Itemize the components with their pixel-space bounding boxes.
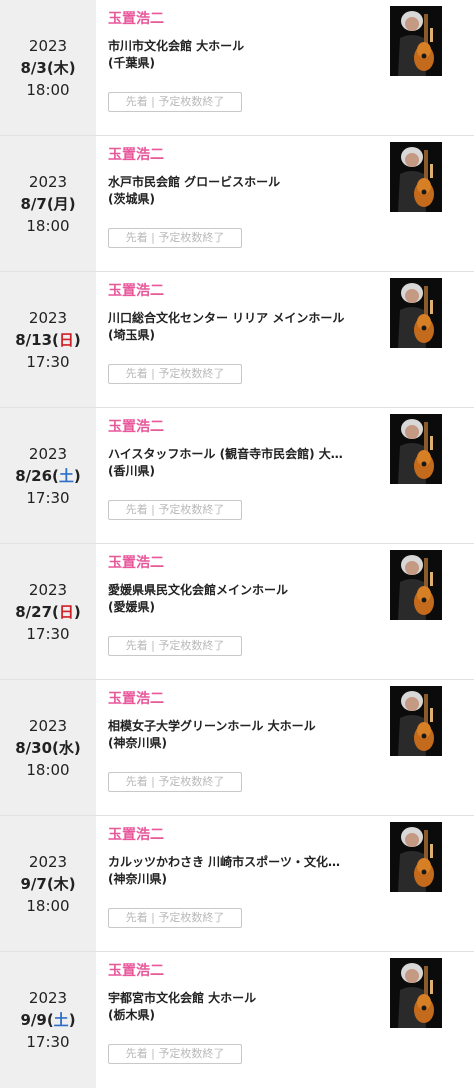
event-time: 17:30 [26,624,70,643]
venue-name: 宇都宮市文化会館 大ホール [108,991,257,1005]
date-column: 2023 8/3(木) 18:00 [0,0,96,135]
artist-guitar-icon [390,958,442,1028]
event-row[interactable]: 2023 8/3(木) 18:00 玉置浩二 市川市文化会館 大ホール (千葉県… [0,0,474,136]
date-column: 2023 8/26(土) 17:30 [0,408,96,543]
info-column: 玉置浩二 愛媛県県民文化会館メインホール (愛媛県) 先着 | 予定枚数終了 [96,544,474,679]
info-column: 玉置浩二 ハイスタッフホール (観音寺市民会館) 大… (香川県) 先着 | 予… [96,408,474,543]
event-year: 2023 [28,852,68,871]
artist-photo-thumbnail[interactable] [390,278,442,348]
ticket-status-badge: 先着 | 予定枚数終了 [108,636,242,656]
artist-guitar-icon [390,6,442,76]
event-date: 8/13(日) [15,330,81,349]
venue-name: カルッツかわさき 川崎市スポーツ・文化… [108,855,340,869]
event-time: 18:00 [26,760,70,779]
event-month-day: 8/30 [15,738,53,757]
event-date: 9/7(木) [20,874,76,893]
event-time: 17:30 [26,352,70,371]
event-month-day: 9/7 [20,874,47,893]
venue-name: 相模女子大学グリーンホール 大ホール [108,719,316,733]
event-day-of-week: 木 [53,874,69,893]
event-date: 8/3(木) [20,58,76,77]
event-year: 2023 [28,989,68,1007]
venue-name: ハイスタッフホール (観音寺市民会館) 大… [108,447,343,461]
artist-guitar-icon [390,550,442,620]
info-column: 玉置浩二 水戸市民会館 グロービスホール (茨城県) 先着 | 予定枚数終了 [96,136,474,271]
artist-photo-thumbnail[interactable] [390,822,442,892]
ticket-status-badge: 先着 | 予定枚数終了 [108,364,242,384]
info-column: 玉置浩二 宇都宮市文化会館 大ホール (栃木県) 先着 | 予定枚数終了 [96,952,474,1088]
event-year: 2023 [28,172,68,191]
event-month-day: 8/26 [15,466,53,485]
event-time: 17:30 [26,1033,70,1051]
event-time: 17:30 [26,488,70,507]
event-row[interactable]: 2023 8/30(水) 18:00 玉置浩二 相模女子大学グリーンホール 大ホ… [0,680,474,816]
event-day-of-week: 水 [58,738,74,757]
artist-photo-thumbnail[interactable] [390,142,442,212]
event-month-day: 8/27 [15,602,53,621]
event-time: 18:00 [26,896,70,915]
event-day-of-week: 日 [58,330,74,349]
event-year: 2023 [28,580,68,599]
date-column: 2023 9/7(木) 18:00 [0,816,96,951]
artist-guitar-icon [390,414,442,484]
event-date: 8/27(日) [15,602,81,621]
ticket-status-badge: 先着 | 予定枚数終了 [108,228,242,248]
event-year: 2023 [28,444,68,463]
info-column: 玉置浩二 相模女子大学グリーンホール 大ホール (神奈川県) 先着 | 予定枚数… [96,680,474,815]
event-year: 2023 [28,36,68,55]
venue-name: 川口総合文化センター リリア メインホール [108,311,345,325]
event-month-day: 9/9 [20,1011,47,1029]
artist-guitar-icon [390,278,442,348]
venue-name: 愛媛県県民文化会館メインホール [108,583,289,597]
event-day-of-week: 土 [58,466,74,485]
event-date: 8/26(土) [15,466,81,485]
ticket-status-badge: 先着 | 予定枚数終了 [108,772,242,792]
event-month-day: 8/3 [20,58,47,77]
event-date: 9/9(土) [20,1011,76,1029]
event-row[interactable]: 2023 8/26(土) 17:30 玉置浩二 ハイスタッフホール (観音寺市民… [0,408,474,544]
event-day-of-week: 木 [53,58,69,77]
date-column: 2023 9/9(土) 17:30 [0,952,96,1088]
event-date: 8/7(月) [20,194,76,213]
event-row[interactable]: 2023 9/7(木) 18:00 玉置浩二 カルッツかわさき 川崎市スポーツ・… [0,816,474,952]
artist-photo-thumbnail[interactable] [390,6,442,76]
event-year: 2023 [28,716,68,735]
artist-guitar-icon [390,142,442,212]
artist-photo-thumbnail[interactable] [390,550,442,620]
artist-guitar-icon [390,822,442,892]
event-date: 8/30(水) [15,738,81,757]
event-row[interactable]: 2023 8/13(日) 17:30 玉置浩二 川口総合文化センター リリア メ… [0,272,474,408]
event-time: 18:00 [26,216,70,235]
event-month-day: 8/13 [15,330,53,349]
artist-photo-thumbnail[interactable] [390,686,442,756]
ticket-status-badge: 先着 | 予定枚数終了 [108,92,242,112]
ticket-status-badge: 先着 | 予定枚数終了 [108,1044,242,1064]
event-time: 18:00 [26,80,70,99]
event-day-of-week: 土 [53,1011,69,1029]
info-column: 玉置浩二 市川市文化会館 大ホール (千葉県) 先着 | 予定枚数終了 [96,0,474,135]
info-column: 玉置浩二 カルッツかわさき 川崎市スポーツ・文化… (神奈川県) 先着 | 予定… [96,816,474,951]
event-row[interactable]: 2023 9/9(土) 17:30 玉置浩二 宇都宮市文化会館 大ホール (栃木… [0,952,474,1088]
ticket-status-badge: 先着 | 予定枚数終了 [108,908,242,928]
date-column: 2023 8/27(日) 17:30 [0,544,96,679]
ticket-status-badge: 先着 | 予定枚数終了 [108,500,242,520]
artist-photo-thumbnail[interactable] [390,958,442,1028]
event-year: 2023 [28,308,68,327]
artist-photo-thumbnail[interactable] [390,414,442,484]
artist-guitar-icon [390,686,442,756]
event-day-of-week: 日 [58,602,74,621]
info-column: 玉置浩二 川口総合文化センター リリア メインホール (埼玉県) 先着 | 予定… [96,272,474,407]
date-column: 2023 8/13(日) 17:30 [0,272,96,407]
venue-name: 水戸市民会館 グロービスホール [108,175,281,189]
date-column: 2023 8/30(水) 18:00 [0,680,96,815]
event-month-day: 8/7 [20,194,47,213]
event-list: 2023 8/3(木) 18:00 玉置浩二 市川市文化会館 大ホール (千葉県… [0,0,474,1088]
date-column: 2023 8/7(月) 18:00 [0,136,96,271]
venue-name: 市川市文化会館 大ホール [108,39,245,53]
event-day-of-week: 月 [53,194,69,213]
event-row[interactable]: 2023 8/7(月) 18:00 玉置浩二 水戸市民会館 グロービスホール (… [0,136,474,272]
event-row[interactable]: 2023 8/27(日) 17:30 玉置浩二 愛媛県県民文化会館メインホール … [0,544,474,680]
